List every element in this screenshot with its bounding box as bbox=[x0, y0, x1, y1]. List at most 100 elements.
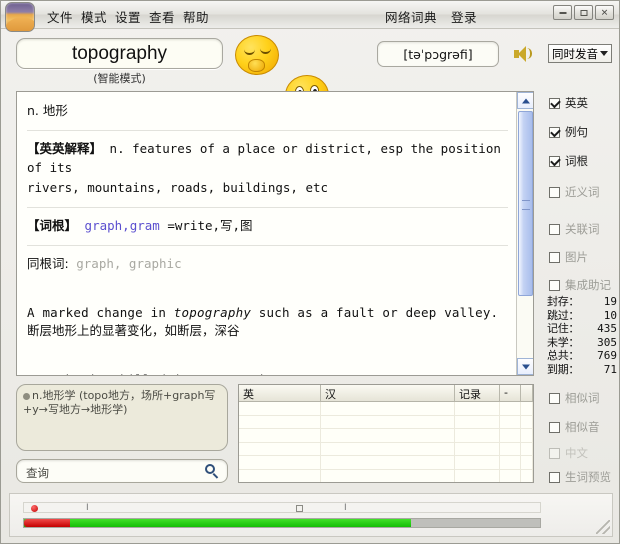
checkbox-label-xiangsiyin: 相似音 bbox=[565, 420, 600, 434]
table-header-cn[interactable]: 汉 bbox=[321, 385, 455, 401]
checkbox-jichengzhuji[interactable] bbox=[549, 279, 560, 291]
checkbox-row-guanlianci[interactable]: 关联词 bbox=[549, 221, 600, 237]
menu-mode[interactable]: 模式 bbox=[81, 7, 107, 26]
footer-panel: I I bbox=[9, 493, 613, 537]
table-header-row: 英 汉 记录 - bbox=[239, 385, 533, 402]
example-1-en-suffix: such as a fault or deep valley. bbox=[251, 304, 499, 320]
table-row[interactable] bbox=[239, 469, 533, 482]
checkbox-row-zhongwen: 中文 bbox=[549, 445, 588, 461]
maximize-button[interactable] bbox=[574, 5, 593, 20]
timeline-square-marker[interactable] bbox=[296, 505, 303, 512]
checkbox-xiangsici[interactable] bbox=[549, 392, 560, 404]
checkbox-label-guanlianci: 关联词 bbox=[565, 222, 600, 236]
menu-settings[interactable]: 设置 bbox=[115, 7, 141, 26]
example-1-en: A marked change in topography such as a … bbox=[27, 304, 508, 323]
checkbox-tupian[interactable] bbox=[549, 251, 560, 263]
stat-value-weixue: 305 bbox=[597, 335, 617, 349]
checkbox-row-shengciyulan[interactable]: 生词预览 bbox=[549, 469, 611, 485]
checkbox-row-xiangsici[interactable]: 相似词 bbox=[549, 390, 600, 406]
table-header-extra[interactable] bbox=[521, 385, 533, 401]
table-row[interactable] bbox=[239, 415, 533, 429]
phonetic-box[interactable]: [təˈpɔgrəfi] bbox=[377, 41, 499, 67]
stat-value-jizhu: 435 bbox=[597, 322, 617, 335]
table-row[interactable] bbox=[239, 402, 533, 416]
word-root-words[interactable]: graph,gram bbox=[85, 218, 160, 233]
checkbox-label-cigen: 词根 bbox=[565, 154, 588, 168]
checkbox-row-yingying[interactable]: 英英 bbox=[549, 95, 588, 111]
checkbox-label-liju: 例句 bbox=[565, 125, 588, 139]
laughing-face-icon[interactable] bbox=[235, 35, 279, 75]
checkbox-row-cigen[interactable]: 词根 bbox=[549, 153, 588, 169]
query-input[interactable]: 查询 bbox=[16, 459, 228, 483]
timeline-track[interactable]: I I bbox=[23, 502, 541, 513]
same-root-words[interactable]: graph, graphic bbox=[76, 256, 181, 271]
stat-label-jizhu: 记住： bbox=[547, 322, 580, 335]
phonetic-text: [təˈpɔgrəfi] bbox=[403, 46, 473, 62]
word-root-line: 【词根】 graph,gram =write,写,图 bbox=[27, 217, 508, 236]
checkbox-label-zhongwen: 中文 bbox=[565, 446, 588, 460]
checkbox-shengciyulan[interactable] bbox=[549, 471, 560, 483]
timeline-dot-marker[interactable] bbox=[31, 505, 38, 512]
speaker-icon[interactable] bbox=[514, 45, 532, 63]
mnemonic-box[interactable]: n.地形学 (topo地方，场所+graph写+y→写地方→地形学) bbox=[16, 384, 228, 451]
scrollbar-thumb[interactable] bbox=[518, 111, 533, 296]
menu-help[interactable]: 帮助 bbox=[183, 7, 209, 26]
scroll-down-button[interactable] bbox=[517, 358, 533, 375]
checkbox-cigen[interactable] bbox=[549, 155, 560, 167]
title-bar: 文件 模式 设置 查看 帮助 网络词典 登录 ✕ bbox=[1, 1, 619, 32]
checkbox-guanlianci[interactable] bbox=[549, 223, 560, 235]
table-header-record[interactable]: 记录 bbox=[455, 385, 500, 401]
scroll-up-button[interactable] bbox=[517, 92, 533, 109]
checkbox-row-jichengzhuji[interactable]: 集成助记 bbox=[549, 277, 611, 293]
stat-row-zonggong: 总共： 769 bbox=[547, 349, 617, 363]
english-definition-text-2: rivers, mountains, roads, buildings, etc bbox=[27, 180, 329, 196]
same-root-label: 同根词: bbox=[27, 255, 69, 271]
example-1-cn: 断层地形上的显著变化，如断层，深谷 bbox=[27, 323, 240, 339]
definition-scrollbar[interactable] bbox=[516, 92, 533, 375]
timeline-tick-1: I bbox=[86, 503, 89, 513]
checkbox-label-jinyici: 近义词 bbox=[565, 185, 600, 199]
minimize-button[interactable] bbox=[553, 5, 572, 20]
checkbox-label-shengciyulan: 生词预览 bbox=[565, 470, 611, 484]
checkbox-row-xiangsiyin[interactable]: 相似音 bbox=[549, 419, 600, 435]
word-input-value: topography bbox=[71, 42, 168, 64]
divider-3 bbox=[27, 244, 508, 246]
stat-row-jizhu: 记住： 435 bbox=[547, 322, 617, 336]
magnifier-icon[interactable] bbox=[205, 464, 220, 479]
stat-label-zonggong: 总共： bbox=[547, 349, 580, 362]
menu-file[interactable]: 文件 bbox=[47, 7, 73, 26]
checkbox-label-jichengzhuji: 集成助记 bbox=[565, 278, 611, 292]
stat-row-weixue: 未学： 305 bbox=[547, 336, 617, 350]
word-list-table[interactable]: 英 汉 记录 - bbox=[238, 384, 534, 483]
close-button[interactable]: ✕ bbox=[595, 5, 614, 20]
checkbox-yingying[interactable] bbox=[549, 97, 560, 109]
definition-panel: n. 地形 【英英解释】 n. features of a place or d… bbox=[16, 91, 534, 376]
english-definition-tag: 【英英解释】 bbox=[27, 140, 103, 156]
resize-grip[interactable] bbox=[596, 520, 610, 534]
table-header-minus[interactable]: - bbox=[500, 385, 521, 401]
table-header-en[interactable]: 英 bbox=[239, 385, 321, 401]
mnemonic-text: n.地形学 (topo地方，场所+graph写+y→写地方→地形学) bbox=[23, 389, 216, 416]
link-login[interactable]: 登录 bbox=[451, 7, 477, 26]
checkbox-row-liju[interactable]: 例句 bbox=[549, 124, 588, 140]
voice-mode-select[interactable]: 同时发音 bbox=[548, 44, 612, 63]
chevron-down-icon bbox=[600, 51, 608, 56]
word-root-meaning: =write,写,图 bbox=[159, 218, 253, 233]
checkbox-jinyici[interactable] bbox=[549, 186, 560, 198]
menu-view[interactable]: 查看 bbox=[149, 7, 175, 26]
table-row[interactable] bbox=[239, 429, 533, 443]
word-input[interactable]: topography bbox=[16, 38, 223, 69]
checkbox-liju[interactable] bbox=[549, 126, 560, 138]
table-row[interactable] bbox=[239, 456, 533, 470]
checkbox-label-xiangsici: 相似词 bbox=[565, 391, 600, 405]
table-row[interactable] bbox=[239, 442, 533, 456]
link-online-dictionary[interactable]: 网络词典 bbox=[385, 7, 437, 26]
checkbox-row-tupian[interactable]: 图片 bbox=[549, 249, 588, 265]
checkbox-xiangsiyin[interactable] bbox=[549, 421, 560, 433]
checkbox-row-jinyici[interactable]: 近义词 bbox=[549, 184, 600, 200]
stat-label-tiaoguo: 跳过： bbox=[547, 308, 580, 322]
stat-label-daoqi: 到期： bbox=[547, 362, 580, 376]
stat-value-daoqi: 71 bbox=[603, 362, 617, 376]
checkbox-label-tupian: 图片 bbox=[565, 250, 588, 264]
